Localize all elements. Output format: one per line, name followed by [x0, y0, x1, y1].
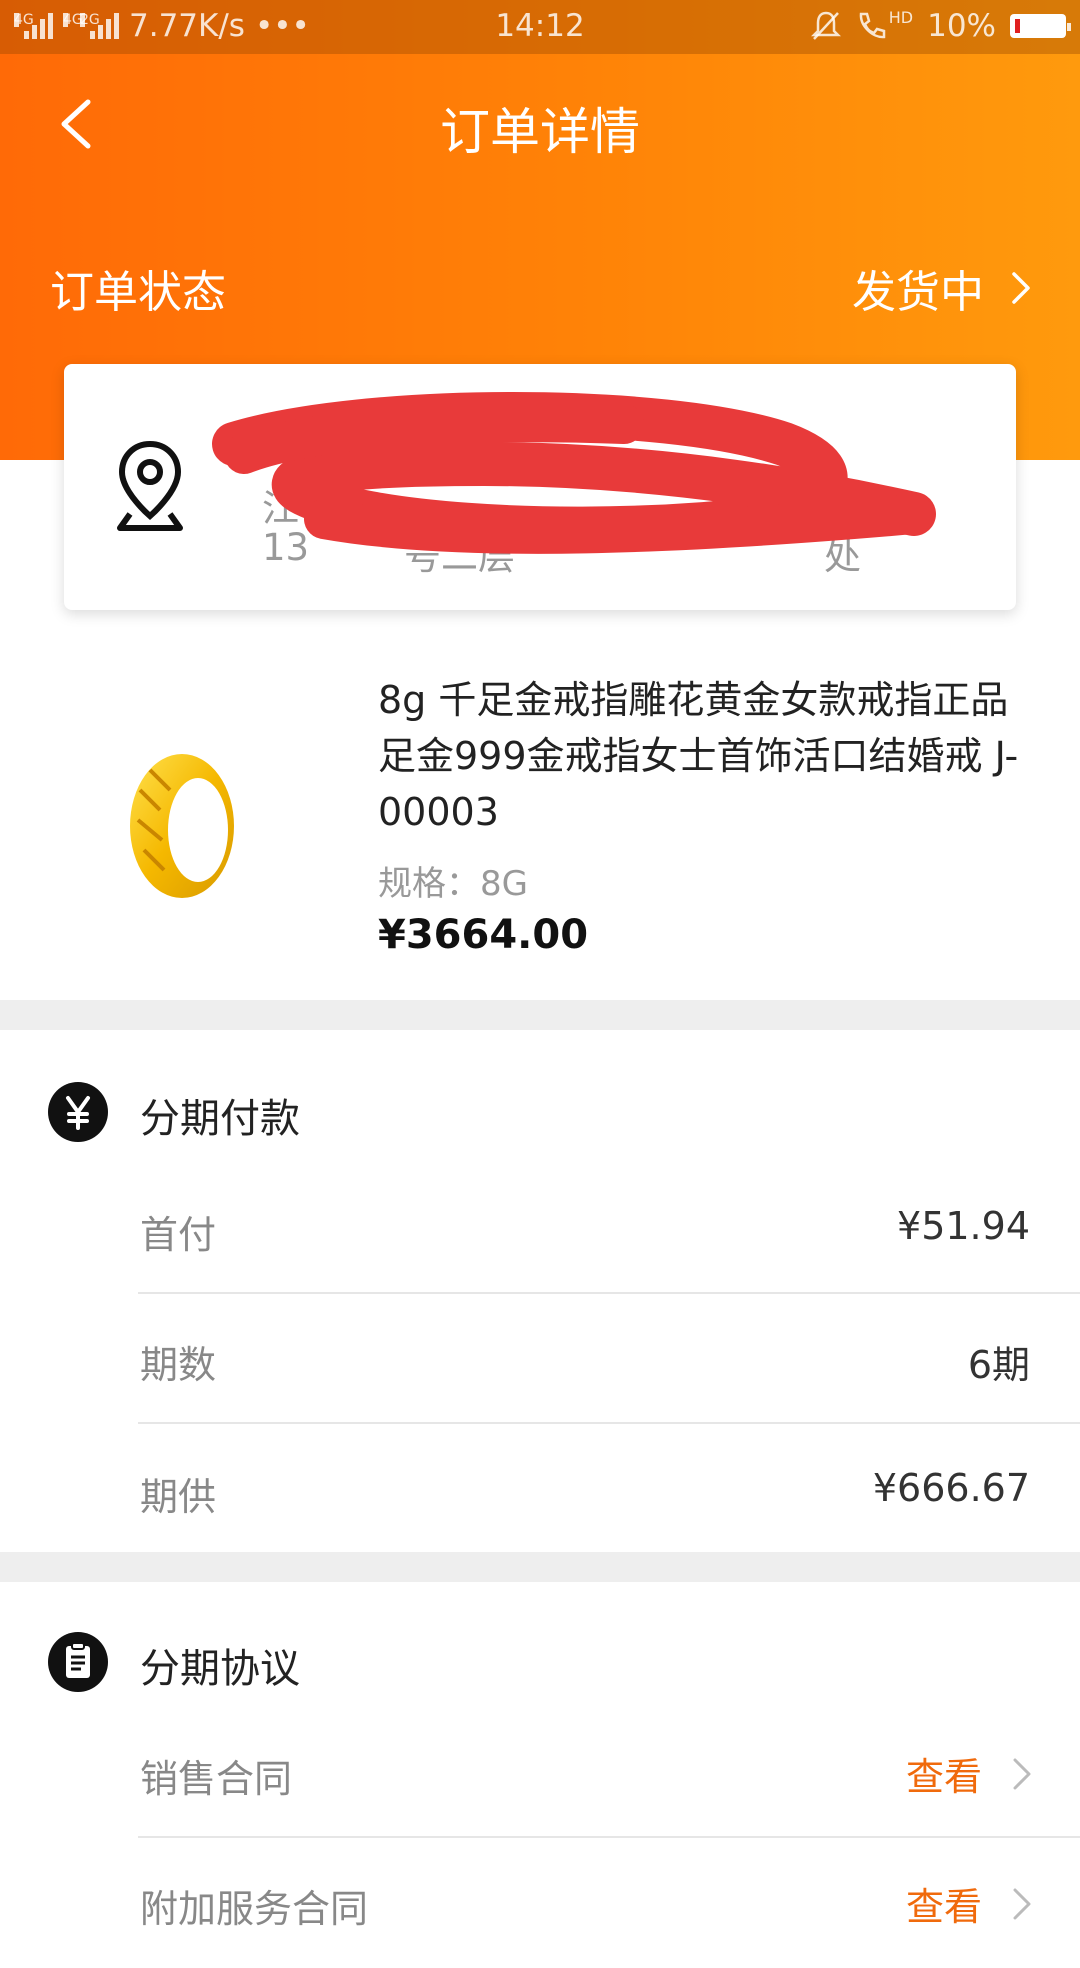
- view-contract-link[interactable]: 查看: [906, 1876, 1032, 1931]
- agreement-row-sales-contract[interactable]: 销售合同 查看: [138, 1708, 1080, 1838]
- redaction-scribble: [212, 392, 936, 554]
- phone-icon: [859, 12, 885, 39]
- order-status-label: 订单状态: [50, 267, 226, 318]
- installment-section-header: 分期付款: [0, 1068, 1080, 1168]
- yen-icon: [48, 1082, 108, 1142]
- installment-row-monthly: 期供 ¥666.67: [138, 1426, 1080, 1556]
- agreement-section-header: 分期协议: [0, 1618, 1080, 1718]
- battery-percent: 10%: [927, 8, 996, 44]
- status-right: HD 10%: [810, 8, 1071, 44]
- chevron-right-icon: [1013, 1888, 1031, 1919]
- chevron-right-icon: [1013, 1758, 1031, 1789]
- gold-ring-image: [130, 754, 234, 898]
- product-item[interactable]: 8g 千足金戒指雕花黄金女款戒指正品足金999金戒指女士首饰活口结婚戒 J-00…: [0, 640, 1080, 1000]
- battery-icon: [1010, 14, 1071, 38]
- row-label: 销售合同: [140, 1757, 293, 1801]
- agreement-title: 分期协议: [140, 1646, 300, 1692]
- row-label: 期供: [140, 1475, 217, 1519]
- hd-label: HD: [888, 8, 914, 27]
- status-bar: 4G 4G 2G 7.77K/s ••• 14:12 HD 10%: [0, 0, 1080, 54]
- agreement-row-service-contract[interactable]: 附加服务合同 查看: [138, 1838, 1080, 1968]
- installment-row-down-payment: 首付 ¥51.94: [138, 1164, 1080, 1294]
- battery-level: [1015, 19, 1020, 33]
- view-link-label: 查看: [905, 1885, 982, 1929]
- product-spec: 规格：8G: [378, 864, 528, 904]
- product-title: 8g 千足金戒指雕花黄金女款戒指正品足金999金戒指女士首饰活口结婚戒 J-00…: [378, 678, 1019, 834]
- view-link-label: 查看: [905, 1755, 982, 1799]
- installment-row-periods: 期数 6期: [138, 1294, 1080, 1424]
- row-label: 期数: [140, 1343, 217, 1387]
- order-status-row[interactable]: 订单状态 发货中: [0, 236, 1080, 336]
- row-value: ¥666.67: [872, 1466, 1030, 1510]
- order-status-value: 发货中: [852, 267, 984, 318]
- page-title: 订单详情: [440, 103, 640, 161]
- navigation-bar: 订单详情: [0, 54, 1080, 194]
- order-status-value-group[interactable]: 发货中: [852, 256, 1032, 320]
- row-label: 首付: [140, 1213, 217, 1257]
- document-icon: [48, 1632, 108, 1692]
- address-card[interactable]: 口 江 路 13 号二层 处: [64, 364, 1016, 610]
- section-divider: [0, 1000, 1080, 1030]
- row-value: ¥51.94: [897, 1204, 1030, 1248]
- product-price: ¥3664.00: [378, 912, 589, 958]
- installment-title: 分期付款: [140, 1096, 300, 1142]
- chevron-right-icon: [1012, 272, 1030, 304]
- view-contract-link[interactable]: 查看: [906, 1746, 1032, 1801]
- section-divider: [0, 1552, 1080, 1582]
- row-value: 6期: [967, 1343, 1030, 1387]
- row-label: 附加服务合同: [140, 1887, 369, 1931]
- bell-muted-icon: [810, 11, 841, 40]
